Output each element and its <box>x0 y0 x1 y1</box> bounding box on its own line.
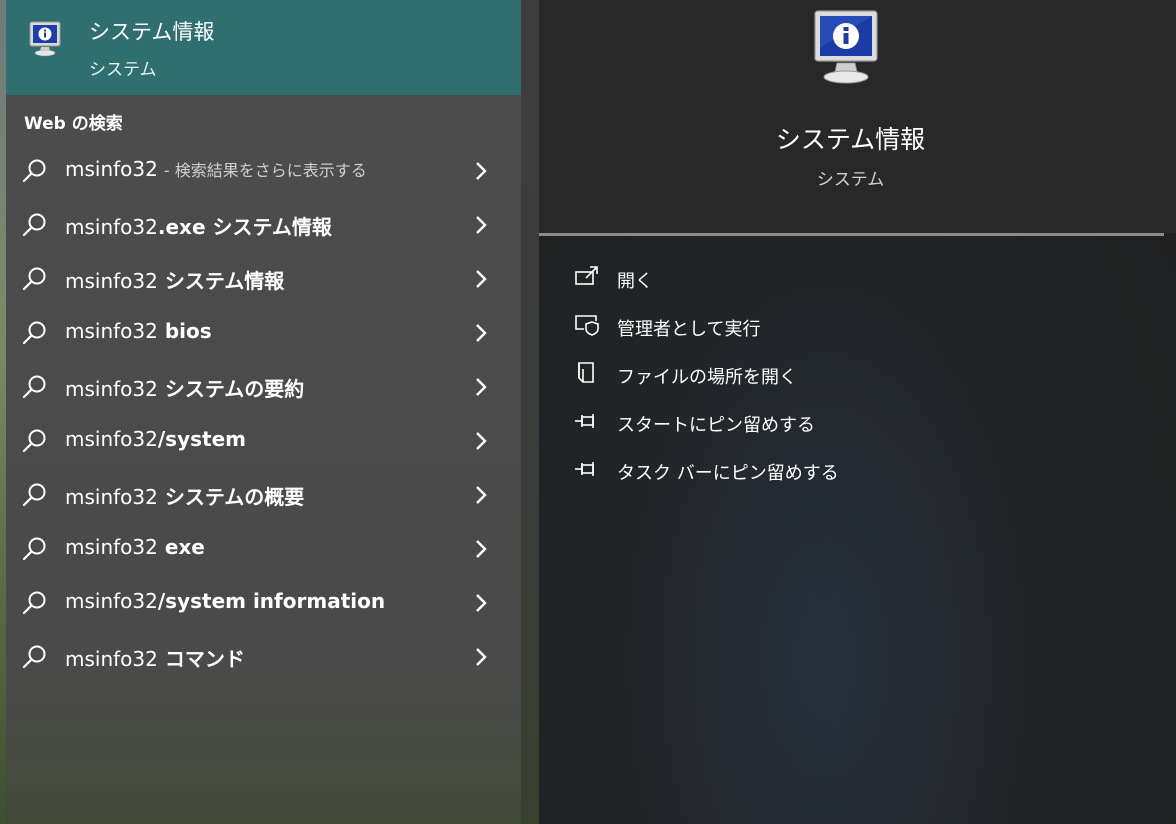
action-label: 管理者として実行 <box>617 319 761 340</box>
search-icon <box>22 375 46 399</box>
web-search-result[interactable]: msinfo32.exe システム情報 <box>6 198 521 252</box>
action-label: スタートにピン留めする <box>617 415 815 436</box>
search-icon <box>22 429 46 453</box>
chevron-right-icon[interactable] <box>474 268 488 290</box>
result-query: msinfo32 <box>65 427 158 451</box>
result-suffix: .exe システム情報 <box>157 215 332 239</box>
action-label: ファイルの場所を開く <box>617 367 797 388</box>
chevron-right-icon[interactable] <box>474 646 488 668</box>
best-match-title: システム情報 <box>89 20 215 44</box>
result-suffix: bios <box>157 319 212 343</box>
search-icon <box>22 267 46 291</box>
search-icon <box>22 321 46 345</box>
web-search-result[interactable]: msinfo32 システム情報 <box>6 252 521 306</box>
system-information-icon <box>29 21 61 57</box>
web-search-result[interactable]: msinfo32 exe <box>6 522 521 576</box>
search-results-panel: システム情報 システム Web の検索 msinfo32 - 検索結果をさらに表示… <box>6 0 521 824</box>
action-label: 開く <box>617 271 653 292</box>
web-search-result[interactable]: msinfo32 システムの概要 <box>6 468 521 522</box>
chevron-right-icon[interactable] <box>474 214 488 236</box>
chevron-right-icon[interactable] <box>474 484 488 506</box>
preview-subtitle: システム <box>816 170 885 190</box>
search-icon <box>22 645 46 669</box>
result-suffix: exe <box>157 535 205 559</box>
result-query: msinfo32 <box>65 647 158 671</box>
result-query: msinfo32 <box>65 215 158 239</box>
result-query: msinfo32 <box>65 269 158 293</box>
result-query: msinfo32 <box>65 589 158 613</box>
web-search-result[interactable]: msinfo32 システムの要約 <box>6 360 521 414</box>
result-suffix: システムの要約 <box>157 377 305 401</box>
search-icon <box>22 591 46 615</box>
action-label: タスク バーにピン留めする <box>617 463 839 484</box>
open-icon <box>575 266 598 285</box>
open-file-location-icon <box>578 362 594 383</box>
search-icon <box>22 213 46 237</box>
chevron-right-icon[interactable] <box>474 322 488 344</box>
action-open[interactable]: 開く <box>539 255 1164 303</box>
chevron-right-icon[interactable] <box>474 376 488 398</box>
result-query: msinfo32 <box>65 377 158 401</box>
web-search-result[interactable]: msinfo32 コマンド <box>6 630 521 684</box>
action-pin-to-start[interactable]: スタートにピン留めする <box>539 399 1164 447</box>
preview-title: システム情報 <box>775 125 926 154</box>
action-pin-to-taskbar[interactable]: タスク バーにピン留めする <box>539 447 1164 495</box>
action-list: 開く 管理者として実行 ファイルの場所を開く スタートにピン留めする タスク バ… <box>539 255 1164 495</box>
result-hint: - 検索結果をさらに表示する <box>163 161 367 180</box>
web-search-list: msinfo32- 検索結果をさらに表示する msinfo32.exe システム… <box>6 144 521 684</box>
result-suffix: システム情報 <box>157 269 285 293</box>
preview-panel: システム情報 システム 開く 管理者として実行 ファイルの場所を開く スタートに… <box>539 0 1176 824</box>
panel-divider <box>521 0 539 824</box>
web-search-result[interactable]: msinfo32 - 検索結果をさらに表示する <box>6 144 521 198</box>
result-query: msinfo32 <box>65 485 158 509</box>
chevron-right-icon[interactable] <box>474 538 488 560</box>
best-match-item[interactable]: システム情報 システム <box>6 0 521 95</box>
result-query: msinfo32 <box>65 535 158 559</box>
chevron-right-icon[interactable] <box>474 592 488 614</box>
result-suffix: /system information <box>157 589 386 613</box>
preview-header: システム情報 システム <box>539 0 1176 233</box>
web-search-result[interactable]: msinfo32/system information <box>6 576 521 630</box>
chevron-right-icon[interactable] <box>474 160 488 182</box>
run-as-admin-icon <box>575 315 599 336</box>
web-search-result[interactable]: msinfo32/system <box>6 414 521 468</box>
chevron-right-icon[interactable] <box>474 430 488 452</box>
pin-to-start-icon <box>575 414 594 428</box>
action-run-as-admin[interactable]: 管理者として実行 <box>539 303 1164 351</box>
search-icon <box>22 537 46 561</box>
result-query: msinfo32 <box>65 157 158 181</box>
search-icon <box>22 159 46 183</box>
best-match-subtitle: システム <box>89 60 157 80</box>
web-search-header: Web の検索 <box>24 114 123 134</box>
result-suffix: /system <box>157 427 246 451</box>
result-suffix: コマンド <box>157 647 245 671</box>
result-query: msinfo32 <box>65 319 158 343</box>
pin-to-taskbar-icon <box>575 462 594 476</box>
result-suffix: システムの概要 <box>157 485 305 509</box>
web-search-result[interactable]: msinfo32 bios <box>6 306 521 360</box>
preview-separator <box>539 233 1164 236</box>
action-open-file-location[interactable]: ファイルの場所を開く <box>539 351 1164 399</box>
search-icon <box>22 483 46 507</box>
system-information-icon <box>814 10 878 84</box>
